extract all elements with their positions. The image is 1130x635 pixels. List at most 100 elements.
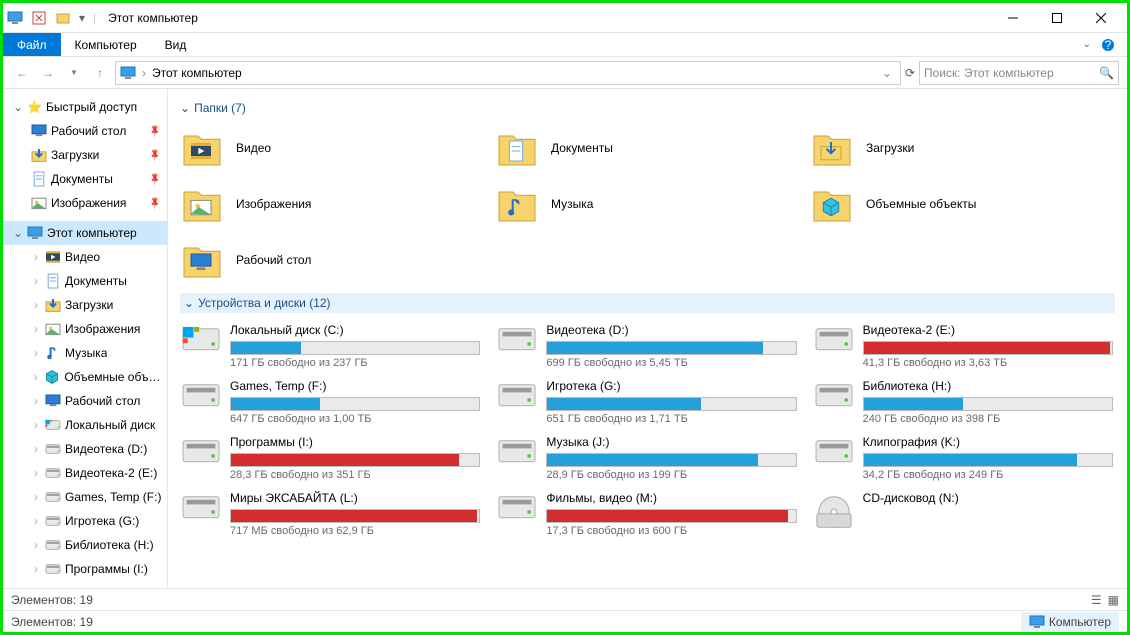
qat-properties-icon[interactable] bbox=[31, 10, 47, 26]
usage-bar bbox=[863, 341, 1113, 355]
window-title: Этот компьютер bbox=[108, 11, 198, 25]
titlebar: ▾ | Этот компьютер bbox=[3, 3, 1127, 33]
addr-dropdown-icon[interactable]: ⌄ bbox=[878, 66, 896, 80]
group-folders-header[interactable]: ⌄Папки (7) bbox=[180, 101, 1115, 115]
usage-bar bbox=[230, 341, 480, 355]
view-large-icon[interactable]: ▦ bbox=[1108, 593, 1119, 607]
tree-this-pc[interactable]: ⌄ Этот компьютер bbox=[3, 221, 167, 245]
documents-icon bbox=[497, 128, 537, 168]
documents-icon bbox=[31, 171, 47, 187]
refresh-button[interactable]: ⟳ bbox=[905, 66, 915, 80]
tree-pc-item[interactable]: ›Видео bbox=[3, 245, 167, 269]
folder-item[interactable]: Объемные объекты bbox=[810, 179, 1115, 229]
minimize-button[interactable] bbox=[991, 4, 1035, 32]
tree-pc-item[interactable]: ›Библиотека (H:) bbox=[3, 533, 167, 557]
nav-up-button[interactable]: ↑ bbox=[89, 62, 111, 84]
drive-label: Программы (I:) bbox=[230, 435, 480, 449]
free-space-label: 647 ГБ свободно из 1,00 ТБ bbox=[230, 413, 480, 425]
tree-quick-item[interactable]: Рабочий стол bbox=[3, 119, 167, 143]
folder-item[interactable]: Документы bbox=[495, 123, 800, 173]
qat-dropdown-icon[interactable]: ▾ bbox=[79, 11, 85, 25]
drive-label: Games, Temp (F:) bbox=[230, 379, 480, 393]
address-bar[interactable]: › Этот компьютер ⌄ bbox=[115, 61, 901, 85]
usage-bar bbox=[546, 509, 796, 523]
tree-quick-item[interactable]: Загрузки bbox=[3, 143, 167, 167]
folder-item[interactable]: Музыка bbox=[495, 179, 800, 229]
usage-bar bbox=[230, 509, 480, 523]
tree-pc-item[interactable]: ›Объемные объекты bbox=[3, 365, 167, 389]
free-space-label: 717 МБ свободно из 62,9 ГБ bbox=[230, 525, 480, 537]
drive-icon bbox=[815, 325, 853, 357]
tree-quick-access[interactable]: ⌄ ⭐ Быстрый доступ bbox=[3, 95, 167, 119]
pc-icon bbox=[27, 225, 43, 241]
tree-pc-item[interactable]: ›Видеотека (D:) bbox=[3, 437, 167, 461]
tree-pc-item[interactable]: ›Локальный диск bbox=[3, 413, 167, 437]
drive-icon bbox=[498, 325, 536, 357]
status-right[interactable]: Компьютер bbox=[1021, 612, 1119, 632]
drive-label: Библиотека (H:) bbox=[863, 379, 1113, 393]
drive-icon bbox=[815, 437, 853, 469]
drive-item[interactable]: Фильмы, видео (M:)17,3 ГБ свободно из 60… bbox=[496, 489, 798, 539]
ribbon: Файл Компьютер Вид ⌄ ? bbox=[3, 33, 1127, 57]
tree-pc-item[interactable]: ›Документы bbox=[3, 269, 167, 293]
help-icon[interactable]: ? bbox=[1101, 38, 1115, 52]
tree-quick-item[interactable]: Документы bbox=[3, 167, 167, 191]
ribbon-expand-icon[interactable]: ⌄ bbox=[1083, 39, 1091, 50]
downloads-icon bbox=[31, 147, 47, 163]
close-button[interactable] bbox=[1079, 4, 1123, 32]
qat-newfolder-icon[interactable] bbox=[55, 10, 71, 26]
drive-item[interactable]: CD-дисковод (N:) bbox=[813, 489, 1115, 539]
folder-item[interactable]: Изображения bbox=[180, 179, 485, 229]
tree-pc-item[interactable]: ›Рабочий стол bbox=[3, 389, 167, 413]
drive-label: CD-дисковод (N:) bbox=[863, 491, 1113, 505]
tab-view[interactable]: Вид bbox=[151, 33, 201, 56]
usage-bar bbox=[863, 453, 1113, 467]
tree-pc-item[interactable]: ›Games, Temp (F:) bbox=[3, 485, 167, 509]
group-drives-header[interactable]: ⌄Устройства и диски (12) bbox=[180, 293, 1115, 313]
search-input[interactable]: Поиск: Этот компьютер 🔍 bbox=[919, 61, 1119, 85]
tree-pc-item[interactable]: ›Видеотека-2 (E:) bbox=[3, 461, 167, 485]
drive-icon bbox=[498, 493, 536, 525]
free-space-label: 41,3 ГБ свободно из 3,63 ТБ bbox=[863, 357, 1113, 369]
drive-item[interactable]: Видеотека (D:)699 ГБ свободно из 5,45 ТБ bbox=[496, 321, 798, 371]
folder-item[interactable]: Видео bbox=[180, 123, 485, 173]
tree-pc-item[interactable]: ›Музыка bbox=[3, 341, 167, 365]
usage-bar bbox=[546, 341, 796, 355]
breadcrumb[interactable]: Этот компьютер bbox=[152, 66, 242, 80]
item-count-outer: Элементов: 19 bbox=[11, 615, 93, 629]
drive-item[interactable]: Клипография (K:)34,2 ГБ свободно из 249 … bbox=[813, 433, 1115, 483]
drive-item[interactable]: Видеотека-2 (E:)41,3 ГБ свободно из 3,63… bbox=[813, 321, 1115, 371]
music-icon bbox=[45, 345, 61, 361]
free-space-label: 28,3 ГБ свободно из 351 ГБ bbox=[230, 469, 480, 481]
tree-pc-item[interactable]: ›Программы (I:) bbox=[3, 557, 167, 581]
pictures-icon bbox=[31, 195, 47, 211]
downloads-icon bbox=[45, 297, 61, 313]
view-details-icon[interactable]: ☰ bbox=[1091, 593, 1102, 607]
nav-back-button[interactable]: ← bbox=[11, 62, 33, 84]
drive-item[interactable]: Игротека (G:)651 ГБ свободно из 1,71 ТБ bbox=[496, 377, 798, 427]
nav-forward-button[interactable]: → bbox=[37, 62, 59, 84]
downloads-icon bbox=[812, 128, 852, 168]
tree-pc-item[interactable]: ›Игротека (G:) bbox=[3, 509, 167, 533]
tree-quick-item[interactable]: Изображения bbox=[3, 191, 167, 215]
drive-item[interactable]: Библиотека (H:)240 ГБ свободно из 398 ГБ bbox=[813, 377, 1115, 427]
search-icon[interactable]: 🔍 bbox=[1099, 66, 1114, 80]
tab-computer[interactable]: Компьютер bbox=[61, 33, 151, 56]
tree-pc-item[interactable]: ›Изображения bbox=[3, 317, 167, 341]
drive-item[interactable]: Программы (I:) 28,3 ГБ свободно из 351 ГБ bbox=[180, 433, 482, 483]
maximize-button[interactable] bbox=[1035, 4, 1079, 32]
drive-item[interactable]: Games, Temp (F:) 647 ГБ свободно из 1,00 … bbox=[180, 377, 482, 427]
nav-history-button[interactable]: ▼ bbox=[63, 62, 85, 84]
pictures-icon bbox=[45, 321, 61, 337]
tree-pc-item[interactable]: ›Загрузки bbox=[3, 293, 167, 317]
drive-label: Фильмы, видео (M:) bbox=[546, 491, 796, 505]
usage-bar bbox=[863, 397, 1113, 411]
drive-item[interactable]: Музыка (J:)28,9 ГБ свободно из 199 ГБ bbox=[496, 433, 798, 483]
pictures-icon bbox=[182, 184, 222, 224]
folder-item[interactable]: Загрузки bbox=[810, 123, 1115, 173]
drive-item[interactable]: Миры ЭКСАБАЙТА (L:)717 МБ свободно из 62… bbox=[180, 489, 482, 539]
drive-item[interactable]: Локальный диск (C:)171 ГБ свободно из 23… bbox=[180, 321, 482, 371]
search-placeholder: Поиск: Этот компьютер bbox=[924, 66, 1054, 80]
tab-file[interactable]: Файл bbox=[3, 33, 61, 56]
folder-item[interactable]: Рабочий стол bbox=[180, 235, 485, 285]
